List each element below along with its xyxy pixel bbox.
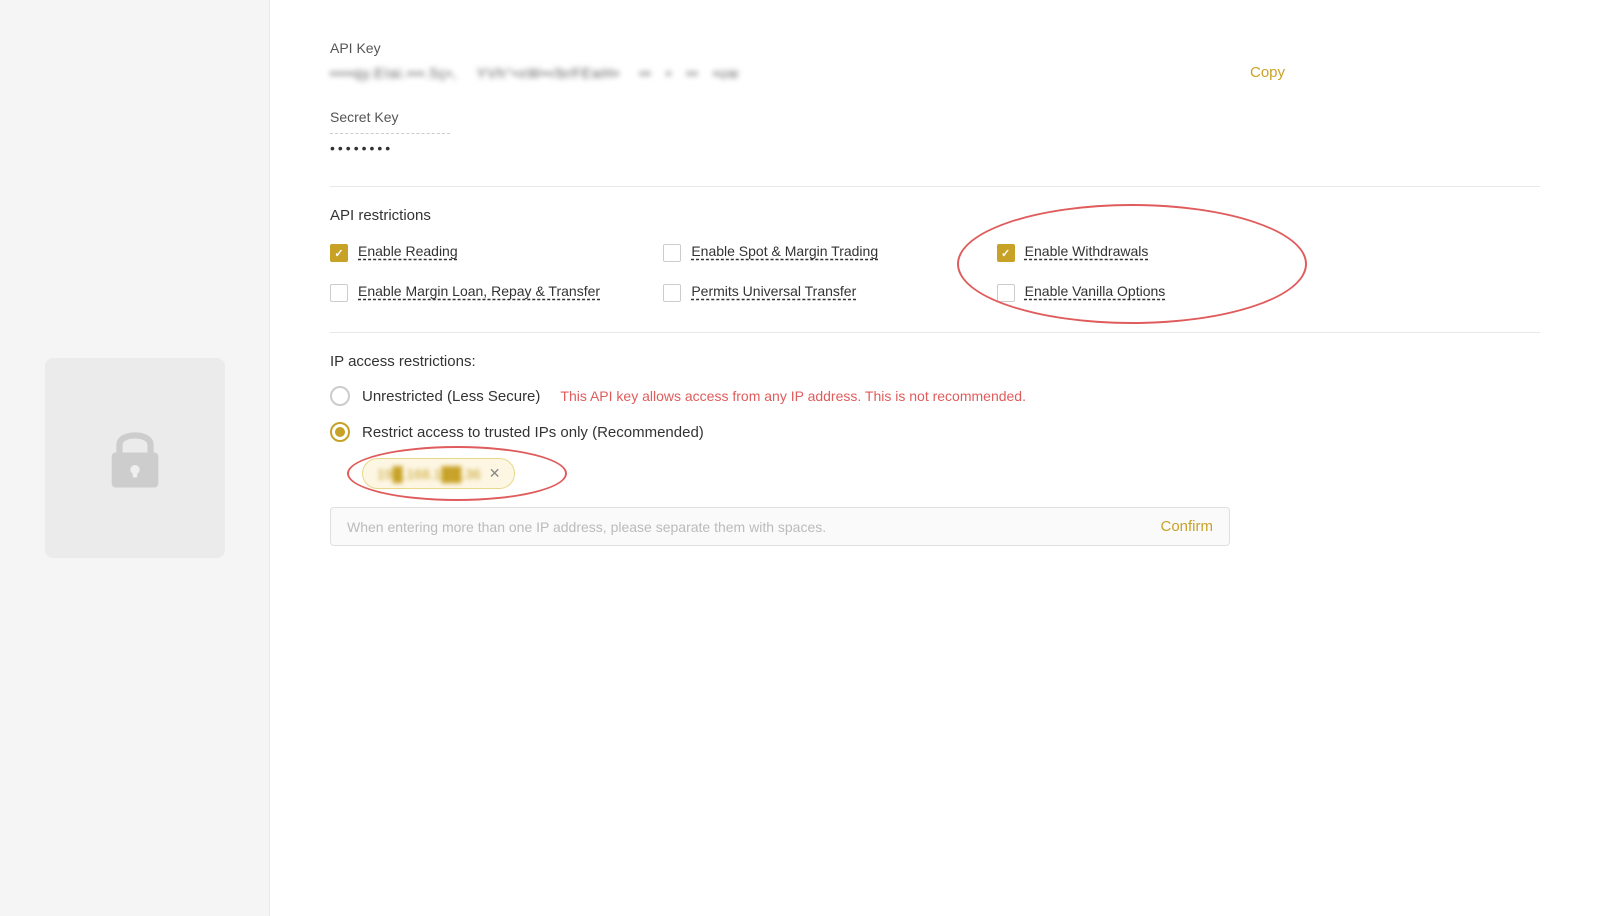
label-vanilla-options: Enable Vanilla Options bbox=[1025, 282, 1166, 302]
ip-tag-close-button[interactable]: ✕ bbox=[489, 465, 501, 482]
api-key-row: ••••qy.EIai.•••.5ç•, YVh°•xW••/brFEwH• •… bbox=[330, 64, 1540, 81]
warning-text-unrestricted: This API key allows access from any IP a… bbox=[560, 388, 1026, 404]
ip-input-row: When entering more than one IP address, … bbox=[330, 507, 1230, 546]
restriction-item-enable-reading: Enable Reading bbox=[330, 242, 623, 262]
ip-tag: 19█.168.1██.36 ✕ bbox=[362, 458, 515, 489]
label-restrict: Restrict access to trusted IPs only (Rec… bbox=[362, 424, 704, 441]
radio-unrestricted[interactable] bbox=[330, 386, 350, 406]
ip-input-placeholder: When entering more than one IP address, … bbox=[347, 519, 1160, 535]
lock-icon-container bbox=[45, 358, 225, 558]
restriction-item-universal-transfer: Permits Universal Transfer bbox=[663, 282, 956, 302]
api-key-value: ••••qy.EIai.•••.5ç•, YVh°•xW••/brFEwH• •… bbox=[330, 65, 1230, 81]
secret-key-section: Secret Key •••••••• bbox=[330, 109, 1540, 156]
restriction-item-vanilla-options: Enable Vanilla Options bbox=[997, 282, 1290, 302]
checkbox-universal-transfer[interactable] bbox=[663, 284, 681, 302]
restriction-item-spot-margin: Enable Spot & Margin Trading bbox=[663, 242, 956, 262]
restriction-item-withdrawals: Enable Withdrawals bbox=[997, 242, 1290, 262]
checkbox-margin-loan[interactable] bbox=[330, 284, 348, 302]
main-content: API Key ••••qy.EIai.•••.5ç•, YVh°•xW••/b… bbox=[270, 0, 1600, 916]
secret-key-dots: •••••••• bbox=[330, 140, 1540, 156]
ip-restrictions-section: IP access restrictions: Unrestricted (Le… bbox=[330, 353, 1540, 546]
restriction-item-margin-loan: Enable Margin Loan, Repay & Transfer bbox=[330, 282, 623, 302]
section-divider bbox=[330, 186, 1540, 187]
restrictions-title: API restrictions bbox=[330, 207, 1540, 224]
label-unrestricted: Unrestricted (Less Secure) bbox=[362, 388, 540, 405]
label-enable-reading: Enable Reading bbox=[358, 242, 458, 262]
ip-tag-value: 19█.168.1██.36 bbox=[377, 466, 481, 482]
label-spot-margin: Enable Spot & Margin Trading bbox=[691, 242, 878, 262]
checkbox-spot-margin[interactable] bbox=[663, 244, 681, 262]
radio-option-restrict: Restrict access to trusted IPs only (Rec… bbox=[330, 422, 1540, 442]
copy-button[interactable]: Copy bbox=[1250, 64, 1285, 81]
section-divider-2 bbox=[330, 332, 1540, 333]
ip-tag-row: 19█.168.1██.36 ✕ bbox=[362, 458, 1540, 489]
dashed-divider bbox=[330, 133, 450, 134]
checkbox-enable-reading[interactable] bbox=[330, 244, 348, 262]
sidebar bbox=[0, 0, 270, 916]
checkbox-vanilla-options[interactable] bbox=[997, 284, 1015, 302]
label-universal-transfer: Permits Universal Transfer bbox=[691, 282, 856, 302]
label-margin-loan: Enable Margin Loan, Repay & Transfer bbox=[358, 282, 600, 302]
ip-restrictions-title: IP access restrictions: bbox=[330, 353, 1540, 370]
confirm-button[interactable]: Confirm bbox=[1160, 518, 1213, 535]
lock-icon bbox=[100, 423, 170, 493]
secret-key-label: Secret Key bbox=[330, 109, 1540, 125]
withdrawals-wrapper: Enable Withdrawals bbox=[997, 242, 1149, 262]
radio-restrict[interactable] bbox=[330, 422, 350, 442]
radio-option-unrestricted: Unrestricted (Less Secure) This API key … bbox=[330, 386, 1540, 406]
restrictions-grid: Enable Reading Enable Spot & Margin Trad… bbox=[330, 242, 1290, 302]
label-withdrawals: Enable Withdrawals bbox=[1025, 242, 1149, 262]
checkbox-withdrawals[interactable] bbox=[997, 244, 1015, 262]
api-key-label: API Key bbox=[330, 40, 1540, 56]
